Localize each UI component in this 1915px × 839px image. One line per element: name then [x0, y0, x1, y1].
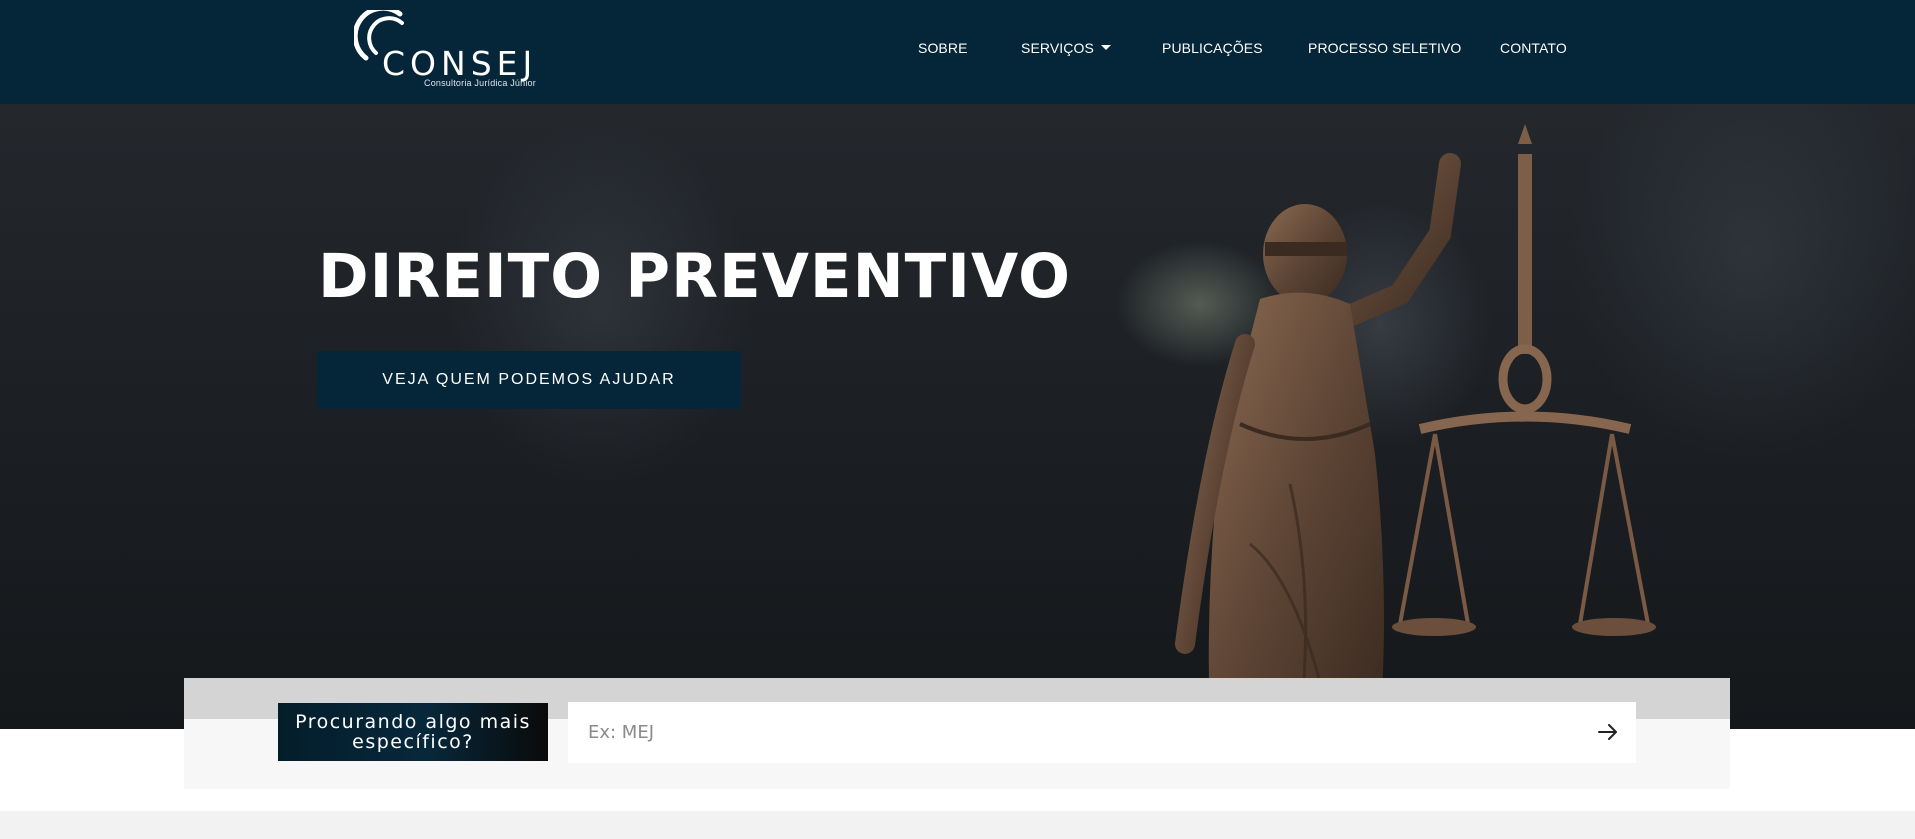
nav-item-processo-seletivo[interactable]: PROCESSO SELETIVO: [1308, 40, 1461, 56]
search-input[interactable]: [568, 702, 1568, 763]
nav-item-contato[interactable]: CONTATO: [1500, 40, 1567, 56]
nav-item-sobre[interactable]: SOBRE: [918, 40, 968, 56]
logo-tagline: Consultoria Jurídica Júnior: [424, 78, 536, 88]
search-prompt-label: Procurando algo mais específico?: [278, 703, 548, 761]
next-section-edge: [0, 811, 1915, 839]
veja-quem-podemos-ajudar-button[interactable]: VEJA QUEM PODEMOS AJUDAR: [317, 351, 741, 409]
arrow-right-icon: [1598, 724, 1617, 740]
caret-down-icon: [1100, 45, 1111, 50]
hero-title: DIREITO PREVENTIVO: [318, 241, 1071, 312]
search-section: Procurando algo mais específico?: [184, 678, 1730, 789]
search-submit-button[interactable]: [1592, 717, 1624, 747]
nav-item-publicacoes[interactable]: PUBLICAÇÕES: [1162, 40, 1263, 56]
hero-banner: DIREITO PREVENTIVO VEJA QUEM PODEMOS AJU…: [0, 104, 1915, 729]
lady-justice-statue-icon: [1175, 124, 1656, 724]
search-box: [568, 702, 1636, 763]
logo[interactable]: CONSEJ Consultoria Jurídica Júnior: [354, 10, 536, 90]
site-header: CONSEJ Consultoria Jurídica Júnior SOBRE…: [0, 0, 1915, 104]
nav-item-servicos-label: SERVIÇOS: [1021, 40, 1094, 56]
nav-item-servicos[interactable]: SERVIÇOS: [1021, 40, 1111, 56]
